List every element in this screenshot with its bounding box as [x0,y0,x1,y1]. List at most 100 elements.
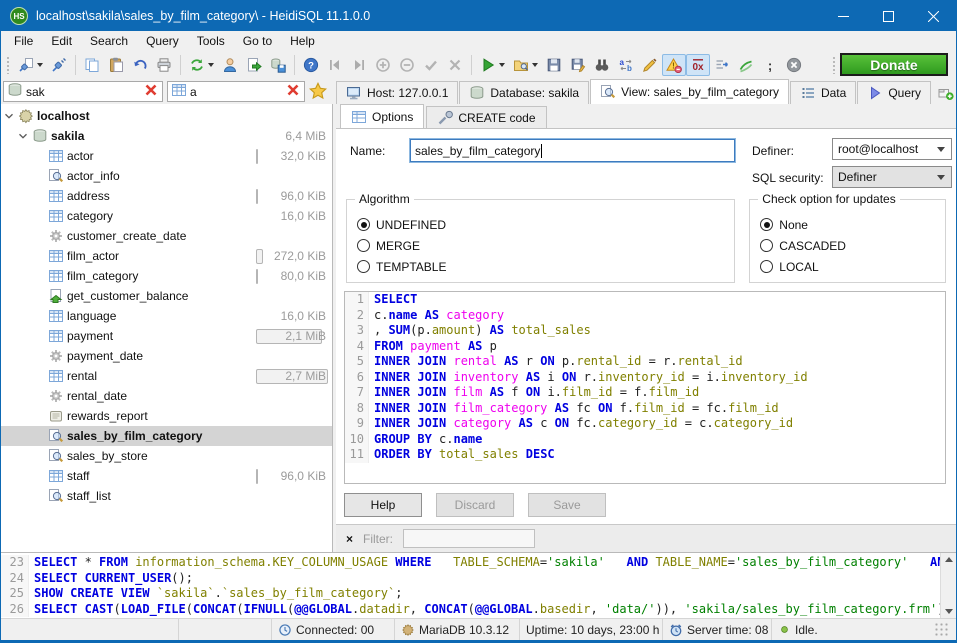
replace-button[interactable]: ab [614,54,638,76]
tree-node-film-category[interactable]: film_category 80,0 KiB [1,266,332,286]
tree-node-address[interactable]: address 96,0 KiB [1,186,332,206]
resize-grip[interactable] [935,623,949,637]
definer-combobox[interactable]: root@localhost [832,138,952,160]
tree-node-staff-list[interactable]: staff_list [1,486,332,506]
close-filter-button[interactable]: × [346,532,353,546]
clear-filter-icon[interactable] [143,82,159,101]
find-button[interactable] [590,54,614,76]
minimize-button[interactable] [821,1,866,31]
dropdown-arrow-icon[interactable] [499,63,505,67]
radio-button-icon[interactable] [357,218,370,231]
radio-button-icon[interactable] [357,239,370,252]
menu-go-to[interactable]: Go to [234,31,281,51]
view-name-input[interactable]: sales_by_film_category [410,139,735,162]
delimiter-button[interactable]: ; [758,54,782,76]
tree-node-sales-by-film-category[interactable]: sales_by_film_category [1,426,332,446]
main-tab-database[interactable]: Database: sakila [459,81,589,104]
table-filter-input[interactable]: a [167,81,305,102]
paste-button[interactable] [104,54,128,76]
scroll-down-icon[interactable] [945,609,953,614]
tree-node-customer-create-date[interactable]: customer_create_date [1,226,332,246]
menu-file[interactable]: File [5,31,42,51]
print-button[interactable] [152,54,176,76]
radio-algorithm-temptable[interactable]: TEMPTABLE [357,256,724,277]
tree-node-category[interactable]: category 16,0 KiB [1,206,332,226]
save-sql-as-button[interactable] [566,54,590,76]
help-button[interactable]: ? [299,54,323,76]
save-sql-button[interactable] [542,54,566,76]
last-record-button[interactable] [347,54,371,76]
tree-node-rewards-report[interactable]: rewards_report [1,406,332,426]
tree-node-actor[interactable]: actor 32,0 KiB [1,146,332,166]
sql-log-panel[interactable]: 23 SELECT * FROM information_schema.KEY_… [1,552,956,618]
explain-button[interactable] [710,54,734,76]
save-data-button[interactable] [266,54,290,76]
post-record-button[interactable] [419,54,443,76]
hex-blob-button[interactable]: 0x [686,54,710,76]
clear-filter-icon[interactable] [285,82,301,101]
radio-algorithm-merge[interactable]: MERGE [357,235,724,256]
dropdown-arrow-icon[interactable] [532,63,538,67]
session-manager-button[interactable] [14,54,47,76]
radio-button-icon[interactable] [760,239,773,252]
tree-node-get-customer-balance[interactable]: get_customer_balance [1,286,332,306]
toolbar-grip[interactable] [6,56,11,74]
scroll-up-icon[interactable] [945,557,953,562]
connect-button[interactable] [47,54,71,76]
filter-input[interactable] [403,529,535,548]
execute-button[interactable] [476,54,509,76]
menu-query[interactable]: Query [137,31,188,51]
chevron-expanded-icon[interactable] [1,109,17,123]
radio-check-option-cascaded[interactable]: CASCADED [760,235,935,256]
load-sql-button[interactable] [509,54,542,76]
main-tab-host[interactable]: Host: 127.0.0.1 [336,81,458,104]
stop-button[interactable] [782,54,806,76]
database-filter-input[interactable]: sak [3,81,163,102]
tree-node-staff[interactable]: staff 96,0 KiB [1,466,332,486]
bind-params-button[interactable]: ! [662,54,686,76]
maximize-button[interactable] [866,1,911,31]
tree-node-rental[interactable]: rental 2,7 MiB [1,366,332,386]
tree-node-actor-info[interactable]: actor_info [1,166,332,186]
new-query-tab-button[interactable] [932,81,957,104]
tree-node-rental-date[interactable]: rental_date [1,386,332,406]
reformat-button[interactable] [638,54,662,76]
copy-button[interactable] [80,54,104,76]
log-scrollbar[interactable] [940,553,956,618]
radio-algorithm-undefined[interactable]: UNDEFINED [357,214,724,235]
view-body-sql-editor[interactable]: 1 SELECT 2 c.name AS category 3 , SUM(p.… [344,291,946,484]
main-tab-view[interactable]: View: sales_by_film_category [590,79,789,104]
tree-node-language[interactable]: language 16,0 KiB [1,306,332,326]
first-record-button[interactable] [323,54,347,76]
tree-node-payment[interactable]: payment 2,1 MiB [1,326,332,346]
dropdown-arrow-icon[interactable] [37,63,43,67]
menu-help[interactable]: Help [281,31,324,51]
tree-node-localhost[interactable]: localhost [1,106,332,126]
donate-button[interactable]: Donate [840,53,948,76]
tree-node-film-actor[interactable]: film_actor 272,0 KiB [1,246,332,266]
menu-tools[interactable]: Tools [188,31,234,51]
radio-button-icon[interactable] [760,260,773,273]
dropdown-arrow-icon[interactable] [208,63,214,67]
editor-tab-create-code[interactable]: CREATE code [426,106,546,128]
close-button[interactable] [911,1,956,31]
title-bar[interactable]: HS localhost\sakila\sales_by_film_catego… [1,1,956,31]
chevron-expanded-icon[interactable] [15,129,31,143]
tree-node-sales-by-store[interactable]: sales_by_store [1,446,332,466]
discard-button[interactable]: Discard [436,493,514,517]
radio-check-option-local[interactable]: LOCAL [760,256,935,277]
help-button[interactable]: Help [344,493,422,517]
save-button[interactable]: Save [528,493,606,517]
toolbar-grip[interactable] [832,56,837,74]
insert-record-button[interactable] [371,54,395,76]
radio-button-icon[interactable] [760,218,773,231]
user-manager-button[interactable] [218,54,242,76]
radio-button-icon[interactable] [357,260,370,273]
refresh-button[interactable] [185,54,218,76]
menu-search[interactable]: Search [81,31,137,51]
sql-security-combobox[interactable]: Definer [832,166,952,188]
menu-edit[interactable]: Edit [42,31,81,51]
reconnect-button[interactable] [734,54,758,76]
cancel-edit-button[interactable] [443,54,467,76]
favorites-star-icon[interactable] [309,82,327,103]
